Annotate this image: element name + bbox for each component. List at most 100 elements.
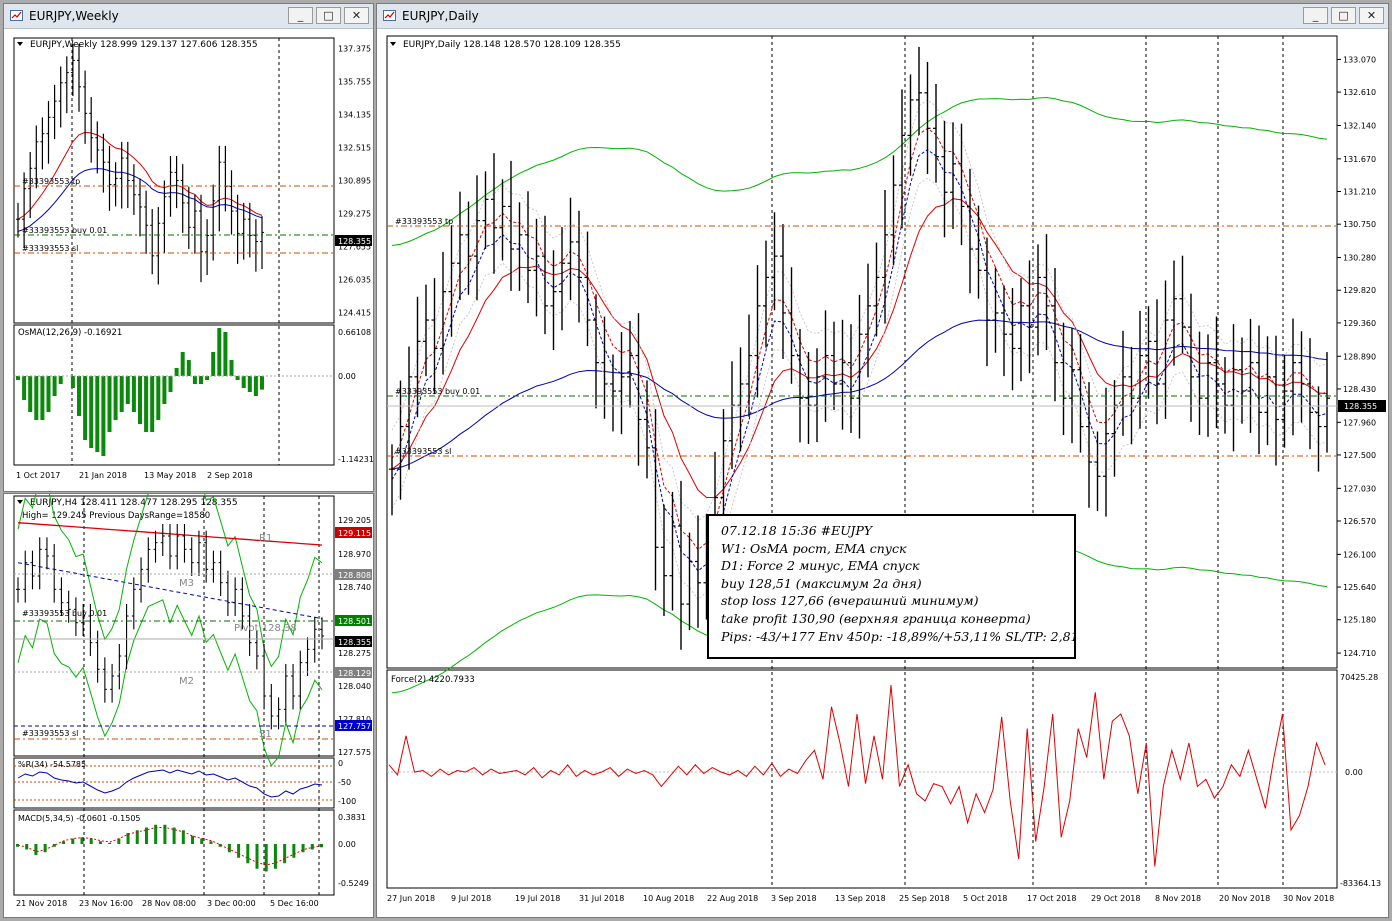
osma-bar — [253, 376, 258, 396]
date-label: 29 Oct 2018 — [1091, 894, 1140, 903]
macd-bar — [126, 833, 130, 844]
price-tick-label: 126.100 — [1343, 550, 1376, 559]
buy-line-label: #33393553 buy 0.01 — [22, 609, 107, 618]
force-scale: 70425.28 — [1340, 673, 1378, 682]
date-label: 23 Nov 16:00 — [79, 899, 133, 908]
macd-bar — [209, 841, 213, 844]
osma-bar — [125, 376, 130, 404]
note-line: take profit 130,90 (верхняя граница конв… — [721, 610, 1031, 626]
date-label: 3 Sep 2018 — [771, 894, 817, 903]
close-button[interactable]: ✕ — [1359, 7, 1384, 24]
osma-bar — [223, 332, 228, 376]
osma-bar — [89, 376, 94, 448]
macd-label: MACD(5,34,5) -0.0601 -0.1505 — [18, 814, 141, 823]
osma-bar — [131, 376, 136, 412]
minimize-button[interactable]: _ — [1303, 7, 1328, 24]
maximize-button[interactable]: □ — [1331, 7, 1356, 24]
price-tick-label: 132.610 — [1343, 88, 1376, 97]
date-label: 5 Oct 2018 — [963, 894, 1007, 903]
date-label: 21 Jan 2018 — [79, 471, 127, 480]
price-tick-label: 128.890 — [1343, 352, 1376, 361]
macd-scale: 0.3831 — [338, 813, 366, 822]
pivot-s1: S1 — [259, 729, 272, 740]
macd-bar — [43, 844, 47, 853]
macd-bar — [191, 835, 195, 844]
osma-bar — [162, 376, 167, 404]
current-price: 128.355 — [1344, 402, 1377, 411]
osma-bar — [83, 376, 88, 440]
maximize-button[interactable]: □ — [316, 7, 341, 24]
date-label: 5 Dec 16:00 — [270, 899, 319, 908]
date-label: 13 Sep 2018 — [835, 894, 886, 903]
price-tick-label: 126.035 — [338, 276, 371, 285]
price-tick: 128.275 — [338, 649, 371, 658]
osma-bar — [205, 376, 210, 380]
osma-bar — [247, 376, 252, 392]
h4-chart-window[interactable]: EURJPY,H4 128.411 128.477 128.295 128.35… — [3, 493, 374, 918]
chart-window-icon — [10, 10, 23, 21]
macd-bar — [292, 844, 296, 858]
wpr-scale: -50 — [338, 778, 351, 787]
osma-bar — [77, 376, 81, 416]
date-label: 20 Nov 2018 — [1219, 894, 1270, 903]
osma-bar — [22, 376, 27, 400]
price-badge-label: 128.808 — [338, 571, 371, 580]
wpr-scale: 0 — [338, 759, 343, 768]
osma-bar — [199, 376, 203, 384]
price-tick-label: 133.070 — [1343, 55, 1376, 64]
macd-bar — [237, 844, 241, 858]
osma-bar — [211, 352, 216, 376]
macd-scale: -0.5249 — [338, 879, 369, 888]
date-label: 2 Sep 2018 — [207, 471, 253, 480]
osma-bar — [40, 376, 45, 420]
osma-scale-zero: 0.00 — [338, 372, 356, 381]
daily-titlebar[interactable]: EURJPY,Daily _ □ ✕ — [377, 4, 1388, 29]
trade-note: 07.12.18 15:36 #EUJPY W1: OsMA рост, EMA… — [707, 514, 1079, 659]
date-label: 21 Nov 2018 — [16, 899, 67, 908]
tp-line-label: #33393553 tp — [22, 177, 80, 186]
date-label: 27 Jun 2018 — [387, 894, 435, 903]
osma-bar — [174, 368, 179, 376]
date-label: 30 Nov 2018 — [1283, 894, 1334, 903]
buy-line-label: #33393553 buy 0.01 — [395, 387, 480, 396]
date-label: 1 Oct 2017 — [16, 471, 60, 480]
h4-chart[interactable]: EURJPY,H4 128.411 128.477 128.295 128.35… — [4, 494, 373, 917]
osma-bar — [107, 376, 112, 432]
price-badge-label: 128.501 — [338, 617, 371, 626]
osma-scale-bottom: -1.14231 — [338, 455, 373, 464]
note-line: W1: OsMA рост, EMA спуск — [721, 540, 907, 556]
sl-line-label: #33393553 sl — [395, 447, 451, 456]
osma-bar — [46, 376, 51, 412]
note-line: buy 128,51 (максимум 2а дня) — [721, 575, 922, 591]
price-tick-label: 129.275 — [338, 210, 371, 219]
pivot-r1: R1 — [259, 533, 272, 544]
weekly-chart-window[interactable]: EURJPY,Weekly _ □ ✕ EURJPY,Weekly 128.99… — [3, 3, 374, 492]
macd-bar — [264, 844, 268, 872]
osma-bar — [192, 376, 197, 384]
minimize-button[interactable]: _ — [288, 7, 313, 24]
macd-bar — [283, 844, 287, 864]
close-button[interactable]: ✕ — [344, 7, 369, 24]
weekly-chart[interactable]: EURJPY,Weekly 128.999 129.137 127.606 12… — [4, 28, 373, 491]
osma-bar — [113, 376, 118, 420]
price-tick-label: 130.280 — [1343, 254, 1376, 263]
osma-bar — [229, 360, 234, 376]
wpr-scale: -100 — [338, 797, 356, 806]
macd-bar — [246, 844, 250, 864]
price-tick-label: 125.640 — [1343, 583, 1376, 592]
date-label: 31 Jul 2018 — [579, 894, 624, 903]
price-tick-label: 137.375 — [338, 45, 371, 54]
daily-chart[interactable]: EURJPY,Daily 128.148 128.570 128.109 128… — [377, 28, 1388, 917]
osma-bar — [16, 376, 20, 380]
daily-chart-window[interactable]: EURJPY,Daily _ □ ✕ EURJPY,Daily 128.148 … — [376, 3, 1389, 918]
macd-bar — [62, 841, 66, 844]
date-label: 10 Aug 2018 — [643, 894, 694, 903]
weekly-titlebar[interactable]: EURJPY,Weekly _ □ ✕ — [4, 4, 373, 29]
osma-bar — [260, 376, 264, 390]
note-line: 07.12.18 15:36 #EUJPY — [721, 523, 873, 538]
price-badge-label: 128.129 — [338, 669, 371, 678]
macd-scale: 0.00 — [338, 840, 356, 849]
osma-scale-top: 0.66108 — [338, 328, 371, 337]
price-tick-label: 132.140 — [1343, 121, 1376, 130]
note-line: D1: Force 2 минус, EMA спуск — [721, 558, 920, 574]
